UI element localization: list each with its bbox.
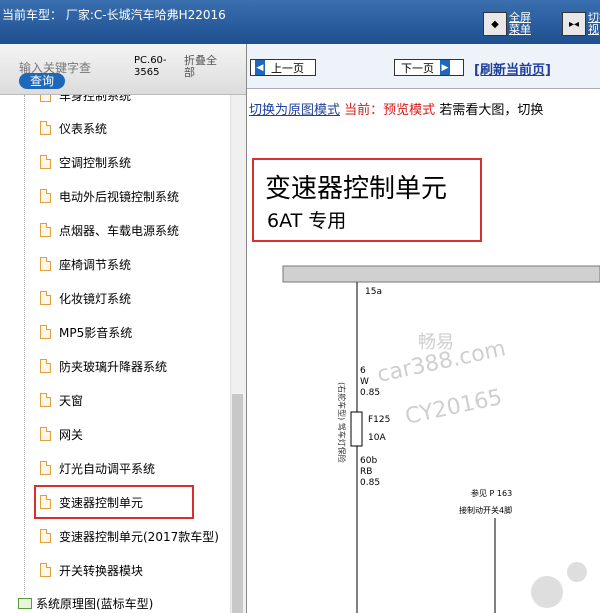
file-icon bbox=[40, 359, 51, 373]
tree-item-label: 网关 bbox=[59, 427, 84, 442]
diagram-label-w: W bbox=[360, 377, 369, 387]
top-bar: 当前车型： 厂家:C-长城汽车哈弗H22016 ◆ 全屏菜单 ▸◂ 切换视 bbox=[0, 0, 600, 44]
collapse-all-button[interactable]: 折叠全部 bbox=[184, 55, 224, 79]
diagram-label-6: 6 bbox=[360, 366, 366, 376]
file-icon bbox=[40, 121, 51, 135]
view-mode-line: 切换为原图模式 当前：预览模式 若需看大图，切换 bbox=[249, 99, 543, 118]
file-icon bbox=[40, 325, 51, 339]
tree-item-label: 天窗 bbox=[59, 393, 84, 408]
file-icon bbox=[40, 189, 51, 203]
pc-code-label: PC.60-3565 bbox=[134, 55, 167, 78]
file-icon bbox=[40, 563, 51, 577]
tree-item-ac-control[interactable]: 空调控制系统 bbox=[40, 152, 131, 172]
tree-item-switch-converter[interactable]: 开关转换器模块 bbox=[40, 560, 143, 580]
tree-item-label: 变速器控制单元(2017款车型) bbox=[59, 529, 219, 544]
tree-item-window-lifter[interactable]: 防夹玻璃升降器系统 bbox=[40, 356, 167, 376]
diagram-label-085-b: 0.85 bbox=[360, 478, 380, 488]
tree-guide-line bbox=[24, 95, 25, 595]
folder-icon bbox=[18, 597, 32, 609]
tree-item-headlight-leveling[interactable]: 灯光自动调平系统 bbox=[40, 458, 155, 478]
file-icon bbox=[40, 291, 51, 305]
file-icon bbox=[40, 223, 51, 237]
tree-item-label: 化妆镜灯系统 bbox=[59, 291, 132, 306]
next-page-label: 下一页 bbox=[401, 61, 434, 75]
watermark-decoration bbox=[567, 562, 587, 582]
split-view-icon: ▸◂ bbox=[562, 12, 586, 36]
watermark-code: CY20165 bbox=[403, 385, 504, 430]
tree-folder-label: 系统原理图(蓝标车型) bbox=[36, 596, 154, 611]
diagram-label-15a: 15a bbox=[365, 287, 382, 297]
document-subtitle: 6AT 专用 bbox=[267, 210, 347, 232]
tree-item-gateway[interactable]: 网关 bbox=[40, 424, 83, 444]
current-car-label: 当前车型： 厂家:C-长城汽车哈弗H22016 bbox=[2, 8, 226, 22]
wiring-diagram: 15a 6 W 0.85 F125 10A (右舵车型) 驾车灯保险 60b R… bbox=[282, 265, 600, 613]
arrow-left-icon: ◀ bbox=[255, 60, 265, 75]
file-icon bbox=[40, 393, 51, 407]
selected-item-highlight bbox=[34, 485, 194, 519]
switch-view-button[interactable]: ▸◂ 切换视 bbox=[562, 10, 600, 38]
tree-item-cut-off[interactable]: 车身控制系统 bbox=[40, 95, 131, 105]
fullscreen-button[interactable]: ◆ 全屏菜单 bbox=[483, 10, 537, 38]
switch-original-mode-link[interactable]: 切换为原图模式 bbox=[249, 103, 340, 118]
left-panel: 输入关键字查 查询 PC.60-3565 折叠全部 车身控制系统 仪表系统 空调… bbox=[0, 44, 247, 613]
tree-item-cigarette-power[interactable]: 点烟器、车载电源系统 bbox=[40, 220, 179, 240]
content-panel: ◀ 上一页 下一页 ▶ [刷新当前页] 切换为原图模式 当前：预览模式 若需看大… bbox=[247, 44, 600, 613]
tree-item-vanity-light[interactable]: 化妆镜灯系统 bbox=[40, 288, 131, 308]
tree-item-label: 开关转换器模块 bbox=[59, 563, 144, 578]
tree-item-label: 空调控制系统 bbox=[59, 155, 132, 170]
file-icon bbox=[40, 257, 51, 271]
next-page-button[interactable]: 下一页 ▶ bbox=[394, 59, 464, 76]
tree-item-label: 点烟器、车载电源系统 bbox=[59, 223, 180, 238]
tree-item-mirror-control[interactable]: 电动外后视镜控制系统 bbox=[40, 186, 179, 206]
current-mode-label: 当前：预览模式 bbox=[344, 103, 436, 118]
diagram-ref-brake-switch: 接制动开关4脚 bbox=[459, 505, 512, 515]
diagram-label-rb: RB bbox=[360, 467, 372, 477]
tree-item-sunroof[interactable]: 天窗 bbox=[40, 390, 83, 410]
fullscreen-label: 全屏菜单 bbox=[509, 11, 531, 36]
tree-item-label: 仪表系统 bbox=[59, 121, 108, 136]
diagram-side-note: (右舵车型) 驾车灯保险 bbox=[337, 382, 347, 463]
tree-item-label: 电动外后视镜控制系统 bbox=[59, 189, 180, 204]
document-title: 变速器控制单元 bbox=[265, 174, 448, 204]
switch-view-label: 切换视 bbox=[588, 11, 600, 36]
diagram-fuse-name: F125 bbox=[368, 415, 390, 425]
diagram-fuse-symbol bbox=[350, 411, 363, 447]
tree-item-label: MP5影音系统 bbox=[59, 325, 133, 340]
prev-page-button[interactable]: ◀ 上一页 bbox=[250, 59, 316, 76]
tree-item-label: 防夹玻璃升降器系统 bbox=[59, 359, 168, 374]
file-icon bbox=[40, 529, 51, 543]
tree-item-label: 灯光自动调平系统 bbox=[59, 461, 156, 476]
search-bar: 输入关键字查 查询 PC.60-3565 折叠全部 bbox=[0, 44, 246, 95]
file-icon bbox=[40, 155, 51, 169]
tree-item-mp5[interactable]: MP5影音系统 bbox=[40, 322, 132, 342]
arrow-right-icon: ▶ bbox=[440, 60, 450, 75]
diagram-label-085-a: 0.85 bbox=[360, 388, 380, 398]
page-nav-bar: ◀ 上一页 下一页 ▶ [刷新当前页] bbox=[247, 44, 600, 89]
hint-text: 若需看大图，切换 bbox=[439, 103, 544, 118]
diagram-fuse-rating: 10A bbox=[368, 433, 386, 443]
file-icon bbox=[40, 427, 51, 441]
tree-item-label: 座椅调节系统 bbox=[59, 257, 132, 272]
query-button[interactable]: 查询 bbox=[19, 73, 65, 89]
tree-item-label: 车身控制系统 bbox=[59, 95, 132, 103]
prev-page-label: 上一页 bbox=[271, 61, 304, 75]
file-icon bbox=[40, 95, 51, 102]
watermark-decoration bbox=[531, 576, 563, 608]
tree-scrollbar-thumb[interactable] bbox=[232, 394, 243, 613]
tree-folder-schematics[interactable]: 系统原理图(蓝标车型) bbox=[18, 593, 153, 613]
diagram-label-60b: 60b bbox=[360, 456, 377, 466]
tree-item-tcu-2017[interactable]: 变速器控制单元(2017款车型) bbox=[40, 526, 219, 546]
tree-item-seat-adjust[interactable]: 座椅调节系统 bbox=[40, 254, 131, 274]
diagram-ref-page: 参见 P 163 bbox=[471, 488, 512, 498]
refresh-page-link[interactable]: [刷新当前页] bbox=[474, 59, 551, 78]
file-icon bbox=[40, 461, 51, 475]
tree-item-instrument[interactable]: 仪表系统 bbox=[40, 118, 107, 138]
fullscreen-icon: ◆ bbox=[483, 12, 507, 36]
diagram-power-bus bbox=[282, 265, 600, 283]
system-tree: 车身控制系统 仪表系统 空调控制系统 电动外后视镜控制系统 点烟器、车载电源系统… bbox=[0, 95, 230, 613]
